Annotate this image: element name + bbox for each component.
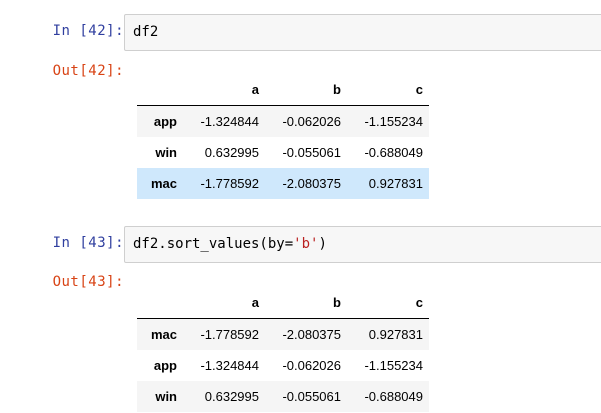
index-header	[137, 73, 183, 106]
input-prompt-43: In [43]:	[52, 235, 124, 251]
table-row: win 0.632995 -0.055061 -0.688049	[137, 137, 429, 168]
table-cell: 0.927831	[368, 176, 423, 191]
table-cell: -0.062026	[282, 358, 341, 373]
column-header: a	[183, 286, 265, 319]
table-cell: -1.778592	[200, 176, 259, 191]
table-header-row: a b c	[137, 286, 429, 319]
input-prompt-42: In [42]:	[52, 23, 124, 39]
table-row: mac -1.778592 -2.080375 0.927831	[137, 168, 429, 199]
column-header: b	[265, 73, 347, 106]
code-input-43[interactable]: df2.sort_values(by='b')	[124, 226, 601, 263]
table-cell: -2.080375	[282, 327, 341, 342]
code-string-literal: 'b'	[293, 236, 319, 252]
table-cell: -0.055061	[282, 389, 341, 404]
table-cell: -0.055061	[282, 145, 341, 160]
column-header: a	[183, 73, 265, 106]
table-cell: -1.324844	[200, 358, 259, 373]
dataframe-output-42: a b c app -1.324844 -0.062026 -1.155234 …	[137, 73, 429, 199]
code-input-42[interactable]: df2	[124, 14, 601, 51]
row-index: mac	[150, 176, 177, 191]
table-cell: -0.062026	[282, 114, 341, 129]
table-row: win 0.632995 -0.055061 -0.688049	[137, 381, 429, 412]
table-row: app -1.324844 -0.062026 -1.155234	[137, 350, 429, 381]
table-cell: -1.155234	[364, 358, 423, 373]
table-cell: -2.080375	[282, 176, 341, 191]
column-header: c	[347, 73, 429, 106]
row-index: win	[155, 389, 177, 404]
table-cell: 0.632995	[204, 389, 259, 404]
column-header: b	[265, 286, 347, 319]
dataframe-output-43: a b c mac -1.778592 -2.080375 0.927831 a…	[137, 286, 429, 412]
row-index: win	[155, 145, 177, 160]
table-row: mac -1.778592 -2.080375 0.927831	[137, 318, 429, 350]
table-cell: -0.688049	[364, 389, 423, 404]
table-cell: 0.927831	[368, 327, 423, 342]
code-text: df2.sort_values(by=	[133, 236, 294, 252]
row-index: app	[153, 114, 177, 129]
table-cell: -1.155234	[364, 114, 423, 129]
output-prompt-42: Out[42]:	[52, 63, 124, 79]
column-header: c	[347, 286, 429, 319]
output-prompt-43: Out[43]:	[52, 274, 124, 290]
row-index: app	[153, 358, 177, 373]
table-header-row: a b c	[137, 73, 429, 106]
index-header	[137, 286, 183, 319]
table-cell: -1.324844	[200, 114, 259, 129]
table-row: app -1.324844 -0.062026 -1.155234	[137, 105, 429, 137]
table-cell: 0.632995	[204, 145, 259, 160]
table-cell: -0.688049	[364, 145, 423, 160]
code-text: df2	[133, 24, 159, 40]
row-index: mac	[150, 327, 177, 342]
table-cell: -1.778592	[200, 327, 259, 342]
code-text: )	[318, 236, 327, 252]
